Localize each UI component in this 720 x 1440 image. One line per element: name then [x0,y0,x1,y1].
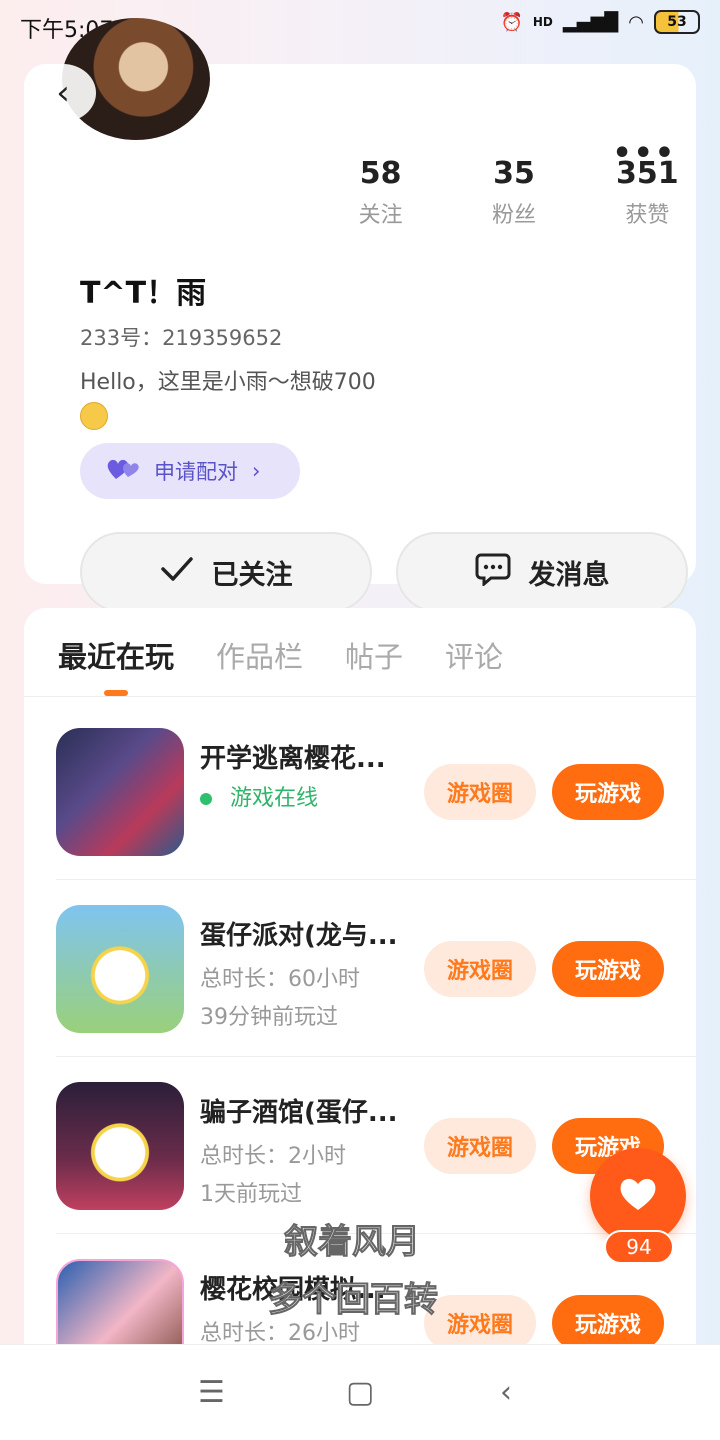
followed-button[interactable]: 已关注 [80,532,372,612]
network-indicator: HD [532,15,553,29]
game-circle-button[interactable]: 游戏圈 [424,941,536,997]
back-arrow-icon[interactable]: ‹ [30,64,96,122]
game-icon-sakura-escape[interactable] [56,728,184,856]
game-title: 骗子酒馆(蛋仔... [200,1098,398,1128]
menu-icon[interactable]: ☰ [198,1375,225,1410]
stat-followers[interactable]: 35 粉丝 [447,156,580,229]
pair-request-button[interactable]: 申请配对 › [80,443,300,499]
like-count-badge: 94 [604,1230,674,1264]
online-dot-icon [200,793,212,805]
play-game-button[interactable]: 玩游戏 [552,1295,664,1351]
game-title: 开学逃离樱花... [200,744,386,774]
heart-icon [618,1176,658,1216]
game-online-status: 游戏在线 [200,780,318,812]
smile-emoji-icon [80,402,108,430]
game-duration: 总时长：2小时 [200,1144,346,1169]
profile-name: T^T！雨 [80,276,207,311]
send-message-button[interactable]: 发消息 [396,532,688,612]
chevron-right-icon: › [252,459,261,483]
game-circle-button[interactable]: 游戏圈 [424,764,536,820]
chat-bubble-icon [475,552,511,593]
online-text: 游戏在线 [230,786,319,811]
game-circle-button[interactable]: 游戏圈 [424,1118,536,1174]
tab-comments[interactable]: 评论 [445,634,503,676]
game-icon-liars-bar[interactable] [56,1082,184,1210]
home-icon[interactable]: ▢ [346,1375,374,1410]
stat-label: 关注 [358,203,403,228]
tab-recently-played[interactable]: 最近在玩 [58,634,174,676]
game-title: 蛋仔派对(龙与... [200,921,398,951]
stat-number: 58 [359,156,402,191]
stat-following[interactable]: 58 关注 [314,156,447,229]
system-nav-bar: ☰ ▢ ‹ [0,1344,720,1440]
lyric-line: 叙着风月 [284,1222,421,1263]
profile-stats: 58 关注 35 粉丝 351 获赞 [314,156,714,229]
bio-text: Hello，这里是小雨～想破700 [80,370,376,395]
hearts-icon [106,457,140,486]
game-last-played: 39分钟前玩过 [200,1005,338,1030]
pair-label: 申请配对 [154,460,238,484]
play-game-button[interactable]: 玩游戏 [552,764,664,820]
game-last-played: 1天前玩过 [200,1182,302,1207]
stat-number: 351 [616,156,679,191]
play-game-button[interactable]: 玩游戏 [552,941,664,997]
game-circle-button[interactable]: 游戏圈 [424,1295,536,1351]
game-row[interactable]: 开学逃离樱花... 游戏在线 游戏圈 玩游戏 [56,704,696,880]
profile-bio: Hello，这里是小雨～想破700 [80,368,376,439]
tab-bar: 最近在玩 作品栏 帖子 评论 [58,634,503,676]
stat-label: 获赞 [625,203,670,228]
game-row[interactable]: 蛋仔派对(龙与... 总时长：60小时 39分钟前玩过 游戏圈 玩游戏 [56,881,696,1057]
alarm-icon: ⏰ [500,11,523,33]
followed-label: 已关注 [211,559,293,591]
lyric-line: 多个回百转 [268,1280,439,1321]
signal-icon: ▂▄▆█ [562,11,619,33]
game-icon-eggy-party[interactable] [56,905,184,1033]
profile-card: ••• 58 关注 35 粉丝 351 获赞 T^T！雨 233号：219359… [24,64,696,612]
wifi-icon: ◠ [628,11,644,33]
stat-label: 粉丝 [491,203,536,228]
battery-icon: 53 [654,10,700,34]
profile-id: 233号：219359652 [80,326,283,350]
stat-number: 35 [493,156,535,191]
stat-likes[interactable]: 351 获赞 [581,156,714,229]
divider [24,696,696,697]
message-label: 发消息 [528,559,610,591]
check-icon [160,556,194,589]
tab-posts[interactable]: 帖子 [345,634,403,676]
battery-level: 53 [667,14,687,30]
tab-works[interactable]: 作品栏 [216,634,303,676]
game-duration: 总时长：60小时 [200,967,360,992]
status-icons: ⏰ HD ▂▄▆█ ◠ 53 [500,10,700,34]
back-icon[interactable]: ‹ [500,1375,512,1410]
